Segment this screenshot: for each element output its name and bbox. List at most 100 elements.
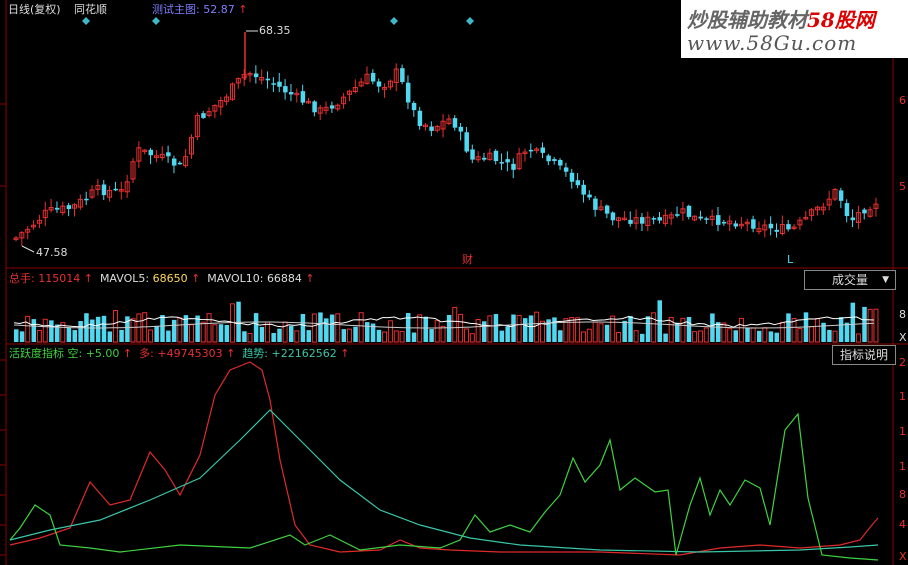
volume-bar (586, 328, 592, 343)
volume-bar (346, 328, 352, 343)
candle-body (171, 158, 177, 166)
candle-body (575, 180, 581, 186)
price-axis-tick: 5 (899, 180, 906, 193)
candle-body (768, 223, 774, 229)
volume-bar (616, 331, 622, 343)
volume-bar (382, 331, 388, 343)
volume-bar (14, 329, 19, 342)
candle-body (148, 149, 154, 156)
volume-bar (166, 330, 171, 342)
volume-bar (399, 330, 405, 343)
volume-bar (101, 315, 107, 342)
volume-bar (358, 312, 364, 343)
volume-bar (177, 317, 183, 343)
volume-bar (814, 318, 820, 343)
high-low-markers (21, 30, 258, 253)
volume-bar (850, 302, 856, 342)
volume-bar (552, 317, 557, 342)
kong-line-green (9, 412, 879, 561)
volume-bar (727, 328, 733, 343)
candle-body (862, 209, 867, 214)
volume-bar (171, 319, 177, 342)
volume-bar (838, 317, 844, 342)
volume-bar (119, 329, 124, 342)
volume-bar (797, 328, 803, 343)
indicator-dropdown[interactable]: 成交量 ▼ (804, 270, 896, 290)
volume-bar (136, 313, 142, 343)
volume-bar (78, 320, 83, 342)
volume-bar (703, 327, 709, 343)
volume-bar (598, 323, 604, 343)
candle-body (569, 172, 575, 182)
candle-body (482, 157, 487, 160)
volume-bar (873, 308, 879, 343)
volume-bar (482, 321, 487, 342)
activity-axis-tick: 8 (899, 488, 906, 501)
volume-bar (206, 313, 212, 343)
candle-body (587, 194, 592, 198)
volume-bar (242, 331, 247, 342)
candle-body (253, 73, 259, 78)
candle-body (651, 218, 657, 220)
candle-body (113, 188, 118, 191)
low-pointer (21, 245, 35, 253)
candle-body (417, 110, 423, 127)
candle-body (639, 217, 645, 224)
volume-bar (387, 320, 393, 343)
candle-body (704, 218, 709, 220)
test-main-readout: 测试主图: 52.87 ↑ (152, 3, 248, 16)
volume-bar (288, 325, 294, 342)
activity-readout: 活跃度指标 空: +5.00 ↑ 多: +49745303 ↑ 趋势: +221… (9, 347, 350, 360)
candle-body (452, 118, 458, 128)
volume-bar (212, 324, 218, 343)
indicator-help-button[interactable]: 指标说明 (832, 345, 896, 365)
volume-bar (680, 317, 686, 343)
duo-line-red (9, 361, 879, 556)
volume-bar (628, 315, 633, 342)
volume-bar (393, 330, 399, 343)
volume-bar (499, 330, 505, 342)
volume-bar (376, 329, 382, 342)
volume-bar (604, 324, 610, 342)
activity-lines (9, 361, 879, 561)
candle-body (850, 217, 856, 221)
candle-body (54, 207, 60, 210)
candle-body (716, 215, 721, 225)
candle-body (838, 190, 844, 201)
candle-body (844, 203, 850, 217)
candle-body (405, 82, 411, 103)
candle-body (464, 132, 469, 152)
candle-body (400, 68, 405, 83)
volume-bar (762, 327, 768, 343)
volume-bar (558, 330, 563, 342)
candle-body (721, 221, 727, 224)
volume-bar (663, 333, 668, 342)
volume-bar (639, 333, 645, 342)
indicator-dropdown-label: 成交量 (831, 273, 868, 287)
candle-body (271, 83, 276, 85)
candle-body (312, 101, 317, 113)
candle-body (528, 149, 534, 152)
volume-bar (341, 329, 347, 342)
candle-body (610, 212, 616, 221)
candle-body (499, 162, 505, 164)
app-name: 同花顺 (74, 3, 107, 16)
volume-readout: 总手: 115014 ↑ MAVOL5: 68650 ↑ MAVOL10: 66… (9, 272, 315, 285)
volume-bar (324, 318, 329, 342)
watermark-url: www.58Gu.com (687, 31, 858, 55)
volume-bar (475, 319, 481, 343)
event-cai-marker: 财 (462, 253, 473, 266)
volume-bar (768, 331, 774, 342)
candle-body (604, 205, 610, 214)
volume-bar (318, 312, 323, 342)
activity-axis-tick: 1 (899, 390, 906, 403)
volume-bar (329, 314, 335, 342)
candle-body (277, 81, 282, 87)
activity-axis-tick: 1 (899, 460, 906, 473)
volume-bar (294, 330, 300, 343)
volume-bar (575, 317, 581, 343)
candle-body (511, 163, 516, 170)
volume-bar (686, 316, 692, 342)
period-label[interactable]: 日线(复权) (8, 3, 61, 16)
volume-bar (516, 314, 522, 343)
